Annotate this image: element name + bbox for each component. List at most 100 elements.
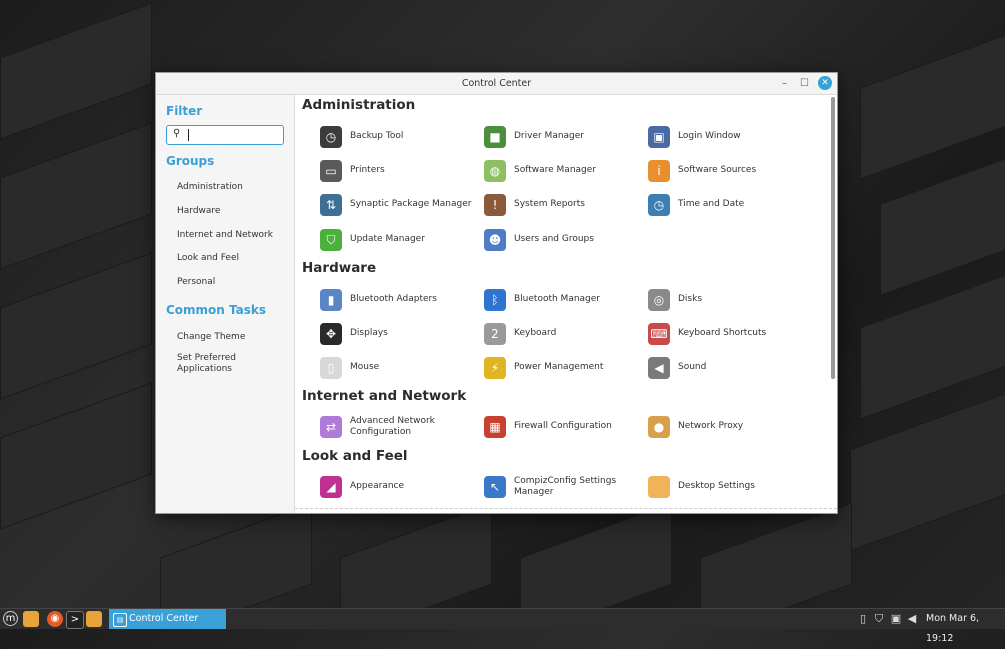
group-hardware[interactable]: Hardware xyxy=(177,206,287,217)
app-label: CompizConfig Settings Manager xyxy=(514,476,617,497)
app-appearance[interactable]: ◢ Appearance xyxy=(320,475,480,499)
groups-heading: Groups xyxy=(166,154,215,168)
section-title-administration: Administration xyxy=(302,97,416,113)
app-printer[interactable]: ▭ Printers xyxy=(320,159,480,183)
app-label: Synaptic Package Manager xyxy=(350,199,472,210)
app-label: Desktop Settings xyxy=(678,481,755,491)
app-label: Network Proxy xyxy=(678,421,744,431)
app-label: Keyboard Shortcuts xyxy=(678,328,767,339)
sidebar: Filter ⚲ Groups Administration Hardware … xyxy=(156,95,295,513)
app-shortcuts[interactable]: ⌨ Keyboard Shortcuts xyxy=(648,322,808,346)
app-speaker[interactable]: ◀ Sound xyxy=(648,356,808,380)
scrollbar[interactable] xyxy=(831,97,835,379)
app-label: Printers xyxy=(350,165,385,176)
app-clock[interactable]: ◷ Time and Date xyxy=(648,193,808,217)
search-icon: ⚲ xyxy=(173,128,181,139)
app-software-sources[interactable]: i Software Sources xyxy=(648,159,808,183)
app-label: Login Window xyxy=(678,131,741,141)
bluetooth-adapter-icon: ▮ xyxy=(320,289,342,311)
login-icon: ▣ xyxy=(648,126,670,148)
clock-icon: ◷ xyxy=(648,194,670,217)
control-center-icon: ▤ xyxy=(113,613,127,627)
software-sources-icon: i xyxy=(648,160,670,183)
task-control-center[interactable]: ▤ Control Center xyxy=(109,609,226,629)
driver-icon: ■ xyxy=(484,126,506,148)
app-bluetooth-adapter[interactable]: ▮ Bluetooth Adapters xyxy=(320,288,480,312)
app-software-manager[interactable]: ◍ Software Manager xyxy=(484,159,644,183)
volume-icon[interactable]: ◀ xyxy=(906,612,918,625)
app-label: Sound xyxy=(678,362,707,373)
firefox-icon[interactable]: ◉ xyxy=(47,611,63,627)
compiz-icon: ↖ xyxy=(484,476,506,498)
app-label: Disks xyxy=(678,294,703,304)
section-title-look-feel: Look and Feel xyxy=(302,448,408,464)
taskbar: m ◉ > ▤ Control Center ▯ ⛉ ▣ ◀ Mon Mar 6… xyxy=(0,608,1005,644)
group-internet-network[interactable]: Internet and Network xyxy=(177,230,287,241)
task-change-theme[interactable]: Change Theme xyxy=(177,332,287,343)
menu-icon[interactable]: m xyxy=(3,611,18,626)
app-proxy[interactable]: ● Network Proxy xyxy=(648,415,808,439)
synaptic-icon: ⇅ xyxy=(320,194,342,217)
folder-icon[interactable] xyxy=(86,611,102,627)
app-network[interactable]: ⇄ Advanced Network Configuration xyxy=(320,415,480,439)
app-driver[interactable]: ■ Driver Manager xyxy=(484,125,644,149)
app-label: Displays xyxy=(350,328,388,339)
shield-icon: ⛉ xyxy=(320,228,342,251)
app-label: System Reports xyxy=(514,199,585,210)
task-preferred-apps[interactable]: Set Preferred Applications xyxy=(177,353,287,375)
app-firewall[interactable]: ▦ Firewall Configuration xyxy=(484,415,644,439)
users-icon: ☻ xyxy=(484,228,506,251)
section-title-internet: Internet and Network xyxy=(302,388,467,404)
group-administration[interactable]: Administration xyxy=(177,182,287,193)
app-label: Time and Date xyxy=(678,199,745,210)
filter-heading: Filter xyxy=(166,104,203,118)
app-keyboard[interactable]: 2 Keyboard xyxy=(484,322,644,346)
maximize-button[interactable]: ☐ xyxy=(796,75,813,92)
app-label: Users and Groups xyxy=(514,233,594,244)
software-manager-icon: ◍ xyxy=(484,160,506,183)
app-synaptic[interactable]: ⇅ Synaptic Package Manager xyxy=(320,193,480,217)
firewall-icon: ▦ xyxy=(484,416,506,438)
app-label: Firewall Configuration xyxy=(514,421,612,431)
app-reports[interactable]: ! System Reports xyxy=(484,193,644,217)
bluetooth-icon: ᛒ xyxy=(484,289,506,311)
app-power[interactable]: ⚡ Power Management xyxy=(484,356,644,380)
search-input[interactable]: ⚲ xyxy=(166,125,284,145)
clock[interactable]: Mon Mar 6, 19:12 xyxy=(926,609,1005,649)
mouse-icon: ▯ xyxy=(320,357,342,380)
app-label: Power Management xyxy=(514,362,604,373)
files-icon[interactable] xyxy=(23,611,39,627)
app-compiz[interactable]: ↖ CompizConfig Settings Manager xyxy=(484,475,644,499)
group-look-feel[interactable]: Look and Feel xyxy=(177,253,287,264)
group-personal[interactable]: Personal xyxy=(177,277,287,288)
app-mouse[interactable]: ▯ Mouse xyxy=(320,356,480,380)
printer-icon: ▭ xyxy=(320,160,342,183)
common-tasks-heading: Common Tasks xyxy=(166,303,267,317)
app-label: Mouse xyxy=(350,362,380,373)
terminal-icon[interactable]: > xyxy=(66,611,84,629)
keyboard-icon: 2 xyxy=(484,323,506,346)
app-display[interactable]: ✥ Displays xyxy=(320,322,480,346)
app-desktop[interactable]: Desktop Settings xyxy=(648,475,808,499)
reports-icon: ! xyxy=(484,194,506,217)
clipboard-icon[interactable]: ▯ xyxy=(857,612,869,625)
main-panel: Administration ◷ Backup Tool ■ Driver Manag… xyxy=(295,95,837,513)
app-label: Driver Manager xyxy=(514,131,585,141)
app-backup[interactable]: ◷ Backup Tool xyxy=(320,125,480,149)
titlebar[interactable]: Control Center – ☐ ✕ xyxy=(156,73,837,95)
shortcuts-icon: ⌨ xyxy=(648,323,670,346)
power-icon: ⚡ xyxy=(484,357,506,380)
shield-tray-icon[interactable]: ⛉ xyxy=(873,612,885,625)
app-shield[interactable]: ⛉ Update Manager xyxy=(320,228,480,252)
minimize-button[interactable]: – xyxy=(776,75,793,92)
app-bluetooth[interactable]: ᛒ Bluetooth Manager xyxy=(484,288,644,312)
app-disk[interactable]: ◎ Disks xyxy=(648,288,808,312)
app-label: Backup Tool xyxy=(350,131,404,141)
network-tray-icon[interactable]: ▣ xyxy=(890,612,902,625)
speaker-icon: ◀ xyxy=(648,357,670,380)
app-login[interactable]: ▣ Login Window xyxy=(648,125,808,149)
section-title-hardware: Hardware xyxy=(302,260,377,276)
app-users[interactable]: ☻ Users and Groups xyxy=(484,228,644,252)
close-button[interactable]: ✕ xyxy=(818,76,832,90)
proxy-icon: ● xyxy=(648,416,670,438)
